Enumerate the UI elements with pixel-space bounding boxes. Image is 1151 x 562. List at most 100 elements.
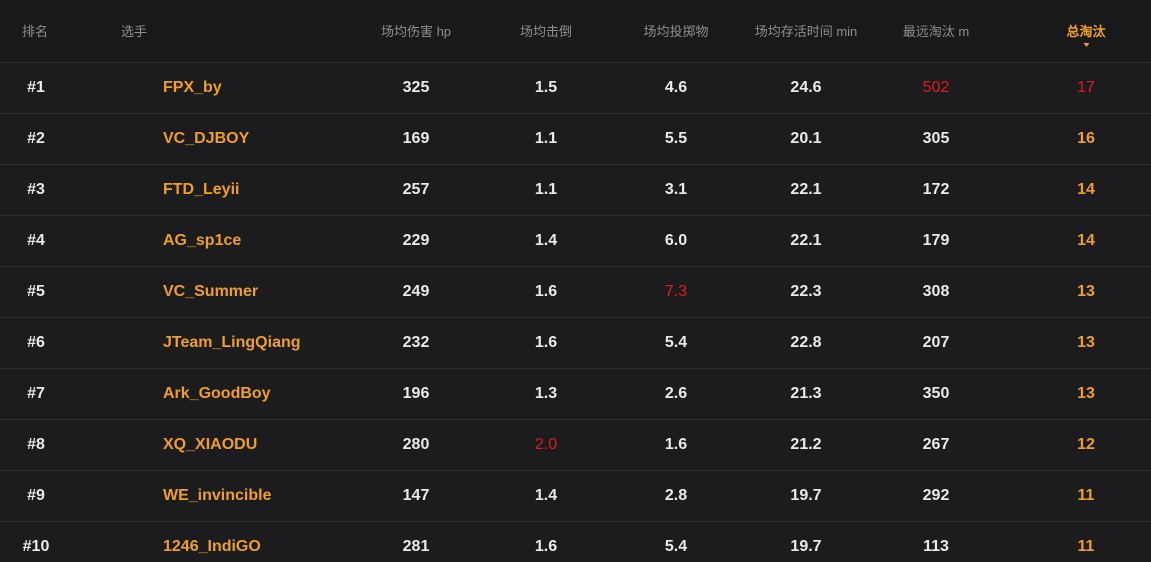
cell-total: 13 xyxy=(1077,385,1095,402)
column-header-player[interactable]: 选手 xyxy=(121,0,147,62)
cell-survival: 22.8 xyxy=(790,334,822,351)
cell-longest: 267 xyxy=(922,436,950,453)
cell-kills: 1.1 xyxy=(534,181,558,198)
cell-player[interactable]: VC_Summer xyxy=(163,267,258,317)
table-row[interactable]: #7 Ark_GoodBoy 196 1.3 2.6 21.3 350 13 xyxy=(0,369,1151,420)
table-row[interactable]: #4 AG_sp1ce 229 1.4 6.0 22.1 179 14 xyxy=(0,216,1151,267)
cell-total: 17 xyxy=(1077,79,1095,96)
cell-kills: 1.1 xyxy=(534,130,558,147)
cell-kills: 2.0 xyxy=(534,436,558,453)
column-header-rank[interactable]: 排名 xyxy=(22,0,48,62)
cell-player[interactable]: XQ_XIAODU xyxy=(163,420,257,470)
cell-damage: 325 xyxy=(402,79,430,96)
cell-throwables: 5.4 xyxy=(664,334,688,351)
cell-rank: #8 xyxy=(27,436,45,453)
cell-throwables: 2.8 xyxy=(664,487,688,504)
cell-player[interactable]: AG_sp1ce xyxy=(163,216,241,266)
cell-throwables: 5.5 xyxy=(664,130,688,147)
cell-survival: 19.7 xyxy=(790,538,822,555)
cell-rank: #5 xyxy=(27,283,45,300)
table-row[interactable]: #2 VC_DJBOY 169 1.1 5.5 20.1 305 16 xyxy=(0,114,1151,165)
cell-rank: #6 xyxy=(27,334,45,351)
cell-throwables: 2.6 xyxy=(664,385,688,402)
cell-kills: 1.6 xyxy=(534,538,558,555)
column-header-throwables[interactable]: 场均投掷物 xyxy=(643,0,708,62)
cell-total: 13 xyxy=(1077,334,1095,351)
cell-longest: 308 xyxy=(922,283,950,300)
column-header-damage[interactable]: 场均伤害 hp xyxy=(381,0,451,62)
cell-throwables: 4.6 xyxy=(664,79,688,96)
cell-total: 14 xyxy=(1077,181,1095,198)
column-header-total-label: 总淘汰 xyxy=(1066,24,1106,39)
sort-down-icon xyxy=(1082,43,1089,47)
cell-damage: 169 xyxy=(402,130,430,147)
cell-survival: 21.3 xyxy=(790,385,822,402)
cell-total: 13 xyxy=(1077,283,1095,300)
cell-survival: 24.6 xyxy=(790,79,822,96)
cell-damage: 257 xyxy=(402,181,430,198)
table-row[interactable]: #10 1246_IndiGO 281 1.6 5.4 19.7 113 11 xyxy=(0,522,1151,562)
cell-kills: 1.6 xyxy=(534,283,558,300)
cell-rank: #7 xyxy=(27,385,45,402)
cell-rank: #2 xyxy=(27,130,45,147)
cell-player[interactable]: FPX_by xyxy=(163,63,222,113)
cell-longest: 172 xyxy=(922,181,950,198)
leaderboard-table: /VPE /VPE /VPE /VPE /VPE /VPE 排名 选手 场均伤害… xyxy=(0,0,1151,562)
cell-survival: 22.1 xyxy=(790,181,822,198)
table-header: 排名 选手 场均伤害 hp 场均击倒 场均投掷物 场均存活时间 min 最远淘汰… xyxy=(0,0,1151,63)
cell-damage: 280 xyxy=(402,436,430,453)
cell-rank: #9 xyxy=(27,487,45,504)
cell-kills: 1.5 xyxy=(534,79,558,96)
cell-kills: 1.4 xyxy=(534,487,558,504)
cell-damage: 229 xyxy=(402,232,430,249)
cell-survival: 22.1 xyxy=(790,232,822,249)
cell-longest: 207 xyxy=(922,334,950,351)
cell-rank: #10 xyxy=(22,538,50,555)
table-row[interactable]: #9 WE_invincible 147 1.4 2.8 19.7 292 11 xyxy=(0,471,1151,522)
cell-damage: 196 xyxy=(402,385,430,402)
cell-throwables: 3.1 xyxy=(664,181,688,198)
cell-kills: 1.6 xyxy=(534,334,558,351)
column-header-longest[interactable]: 最远淘汰 m xyxy=(903,0,969,62)
cell-throwables: 5.4 xyxy=(664,538,688,555)
cell-survival: 21.2 xyxy=(790,436,822,453)
cell-damage: 147 xyxy=(402,487,430,504)
cell-longest: 113 xyxy=(923,538,949,555)
cell-kills: 1.4 xyxy=(534,232,558,249)
cell-longest: 305 xyxy=(922,130,950,147)
cell-longest: 292 xyxy=(922,487,950,504)
cell-player[interactable]: WE_invincible xyxy=(163,471,271,521)
cell-survival: 19.7 xyxy=(790,487,822,504)
cell-total: 11 xyxy=(1077,487,1095,504)
cell-player[interactable]: JTeam_LingQiang xyxy=(163,318,301,368)
column-header-survival[interactable]: 场均存活时间 min xyxy=(755,0,858,62)
cell-survival: 20.1 xyxy=(790,130,822,147)
cell-survival: 22.3 xyxy=(790,283,822,300)
column-header-kills[interactable]: 场均击倒 xyxy=(520,0,572,62)
cell-throwables: 6.0 xyxy=(664,232,688,249)
cell-throwables: 1.6 xyxy=(664,436,688,453)
cell-damage: 281 xyxy=(402,538,430,555)
table-row[interactable]: #6 JTeam_LingQiang 232 1.6 5.4 22.8 207 13 xyxy=(0,318,1151,369)
cell-player[interactable]: VC_DJBOY xyxy=(163,114,249,164)
cell-player[interactable]: Ark_GoodBoy xyxy=(163,369,271,419)
cell-longest: 502 xyxy=(922,79,950,96)
cell-total: 16 xyxy=(1077,130,1095,147)
cell-player[interactable]: 1246_IndiGO xyxy=(163,522,261,562)
table-row[interactable]: #1 FPX_by 325 1.5 4.6 24.6 502 17 xyxy=(0,63,1151,114)
cell-rank: #4 xyxy=(27,232,45,249)
cell-longest: 350 xyxy=(922,385,950,402)
cell-total: 12 xyxy=(1077,436,1095,453)
cell-player[interactable]: FTD_Leyii xyxy=(163,165,239,215)
cell-longest: 179 xyxy=(922,232,950,249)
cell-kills: 1.3 xyxy=(534,385,558,402)
table-row[interactable]: #5 VC_Summer 249 1.6 7.3 22.3 308 13 xyxy=(0,267,1151,318)
cell-rank: #1 xyxy=(27,79,45,96)
column-header-total[interactable]: 总淘汰 xyxy=(1066,0,1106,62)
cell-damage: 249 xyxy=(402,283,430,300)
cell-damage: 232 xyxy=(402,334,430,351)
cell-rank: #3 xyxy=(27,181,45,198)
cell-total: 14 xyxy=(1077,232,1095,249)
table-row[interactable]: #8 XQ_XIAODU 280 2.0 1.6 21.2 267 12 xyxy=(0,420,1151,471)
table-row[interactable]: #3 FTD_Leyii 257 1.1 3.1 22.1 172 14 xyxy=(0,165,1151,216)
